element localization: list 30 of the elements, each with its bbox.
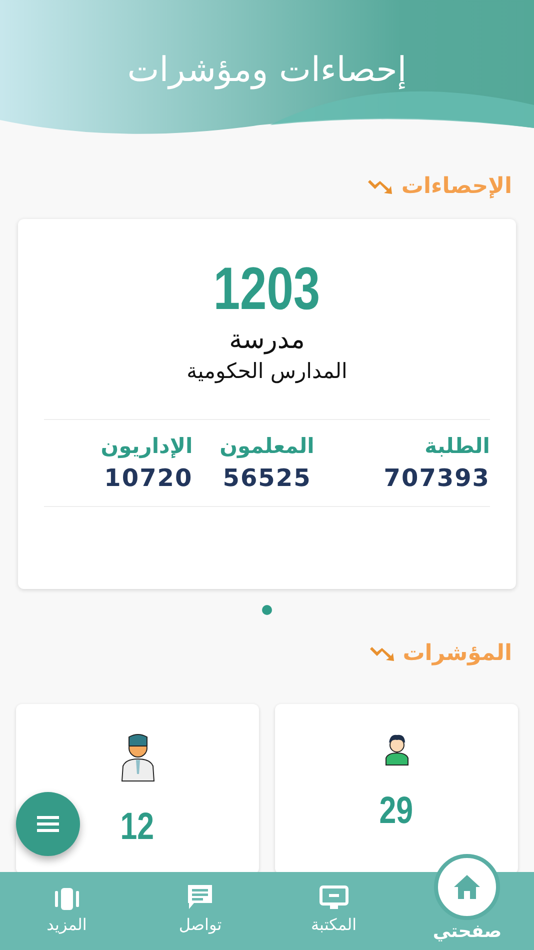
section-heading: المؤشرات: [402, 641, 512, 666]
page-indicator-dot[interactable]: [262, 605, 272, 615]
card-subtitle: المدارس الحكومية: [186, 359, 348, 383]
indicator-card[interactable]: 12: [16, 704, 259, 874]
indicator-card[interactable]: 29: [275, 704, 518, 874]
count-unit: مدرسة: [229, 325, 305, 355]
nav-tab[interactable]: المكتبة: [267, 872, 400, 950]
indicator-value: 12: [120, 806, 154, 849]
home-icon: [453, 874, 482, 900]
carousel-icon: [54, 887, 80, 911]
menu-icon: [37, 816, 59, 832]
page-title: إحصاءات ومؤشرات: [127, 50, 407, 92]
metric-value: 56525: [222, 464, 312, 492]
metric-value: 707393: [384, 464, 490, 492]
trend-icon: [368, 646, 395, 662]
monitor-icon: [318, 885, 349, 911]
trend-icon: [367, 178, 394, 194]
metric-label: الإداريون: [100, 434, 193, 458]
metric-label: الطلبة: [424, 434, 490, 458]
metric-label: المعلمون: [220, 434, 314, 458]
nav-tab[interactable]: صفحتي: [432, 921, 502, 942]
nav-tab[interactable]: تواصل: [134, 872, 267, 950]
metric-value: 10720: [104, 464, 193, 492]
schools-count: 1203: [214, 259, 320, 319]
student-avatar-icon: [384, 732, 410, 766]
nav-tab[interactable]: المزيد: [0, 872, 134, 950]
indicator-value: 29: [380, 790, 414, 833]
chat-icon: [186, 883, 214, 911]
man-avatar-icon: [120, 732, 156, 782]
section-heading: الإحصاءات: [401, 174, 512, 199]
